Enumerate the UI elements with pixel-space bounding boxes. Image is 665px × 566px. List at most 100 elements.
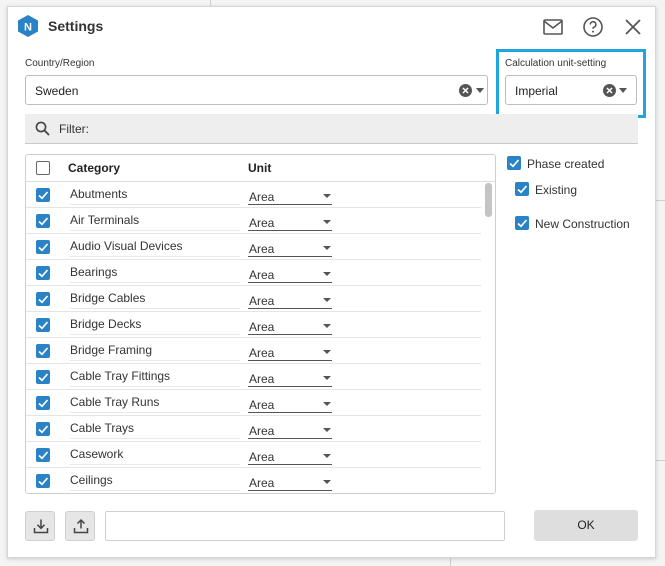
row-checkbox[interactable] bbox=[36, 240, 50, 254]
table-row[interactable]: Audio Visual Devices Area bbox=[26, 234, 481, 260]
unit-select[interactable]: Area bbox=[248, 316, 332, 335]
unit-select[interactable]: Area bbox=[248, 238, 332, 257]
unit-select[interactable]: Area bbox=[248, 212, 332, 231]
table-row[interactable]: Casework Area bbox=[26, 442, 481, 468]
chevron-down-icon[interactable] bbox=[619, 88, 627, 93]
category-name: Abutments bbox=[70, 187, 240, 205]
unit-select[interactable]: Area bbox=[248, 264, 332, 283]
table-row[interactable]: Bearings Area bbox=[26, 260, 481, 286]
chevron-down-icon[interactable] bbox=[323, 402, 331, 406]
unit-select[interactable]: Area bbox=[248, 394, 332, 413]
chevron-down-icon[interactable] bbox=[323, 350, 331, 354]
title-bar: N Settings bbox=[8, 7, 655, 47]
unit-header: Unit bbox=[248, 161, 272, 175]
row-checkbox[interactable] bbox=[36, 344, 50, 358]
window-title: Settings bbox=[48, 18, 104, 34]
unit-select[interactable]: Area bbox=[248, 368, 332, 387]
select-all-checkbox[interactable] bbox=[36, 161, 50, 175]
unit-value: Area bbox=[249, 216, 275, 230]
unit-value: Area bbox=[249, 450, 275, 464]
table-row[interactable]: Cable Tray Runs Area bbox=[26, 390, 481, 416]
row-checkbox[interactable] bbox=[36, 214, 50, 228]
unit-select[interactable]: Area bbox=[248, 446, 332, 465]
row-checkbox[interactable] bbox=[36, 448, 50, 462]
help-icon[interactable] bbox=[581, 15, 605, 39]
category-name: Cable Tray Runs bbox=[70, 395, 240, 413]
category-name: Cable Trays bbox=[70, 421, 240, 439]
ok-button[interactable]: OK bbox=[534, 510, 638, 541]
chevron-down-icon[interactable] bbox=[323, 376, 331, 380]
table-header: Category Unit bbox=[26, 155, 495, 182]
import-button[interactable] bbox=[25, 511, 55, 541]
filter-label: Filter: bbox=[59, 122, 89, 136]
chevron-down-icon[interactable] bbox=[323, 324, 331, 328]
chevron-down-icon[interactable] bbox=[323, 272, 331, 276]
phase-checkbox[interactable] bbox=[515, 182, 529, 196]
table-rows: Abutments Area Air Terminals Area Audio Visu… bbox=[26, 182, 481, 493]
path-input[interactable] bbox=[105, 511, 505, 541]
scrollbar-thumb[interactable] bbox=[485, 183, 492, 217]
row-checkbox[interactable] bbox=[36, 292, 50, 306]
svg-text:N: N bbox=[24, 22, 32, 34]
phase-created-label: Phase created bbox=[527, 157, 605, 171]
download-icon bbox=[33, 519, 49, 534]
unit-select[interactable]: Area bbox=[248, 472, 332, 491]
category-name: Cable Tray Fittings bbox=[70, 369, 240, 387]
unit-select[interactable]: Area bbox=[248, 420, 332, 439]
background-line bbox=[656, 200, 665, 201]
unit-select[interactable]: Area bbox=[248, 290, 332, 309]
table-row[interactable]: Bridge Framing Area bbox=[26, 338, 481, 364]
unit-value: Area bbox=[249, 294, 275, 308]
export-button[interactable] bbox=[65, 511, 95, 541]
phase-label: Existing bbox=[535, 183, 578, 197]
chevron-down-icon[interactable] bbox=[323, 246, 331, 250]
row-checkbox[interactable] bbox=[36, 188, 50, 202]
category-name: Air Terminals bbox=[70, 213, 240, 231]
upload-icon bbox=[73, 518, 89, 534]
close-icon[interactable] bbox=[621, 15, 645, 39]
unit-value: Area bbox=[249, 268, 275, 282]
units-select[interactable]: Imperial bbox=[505, 75, 637, 105]
unit-value: Area bbox=[249, 424, 275, 438]
phase-checkbox[interactable] bbox=[515, 216, 529, 230]
settings-dialog: N Settings Country/Region Sweden Calcula… bbox=[7, 6, 656, 558]
row-checkbox[interactable] bbox=[36, 474, 50, 488]
unit-select[interactable]: Area bbox=[248, 342, 332, 361]
chevron-down-icon[interactable] bbox=[323, 220, 331, 224]
filter-bar[interactable]: Filter: bbox=[25, 114, 638, 144]
table-row[interactable]: Abutments Area bbox=[26, 182, 481, 208]
chevron-down-icon[interactable] bbox=[323, 428, 331, 432]
chevron-down-icon[interactable] bbox=[323, 298, 331, 302]
unit-value: Area bbox=[249, 242, 275, 256]
chevron-down-icon[interactable] bbox=[323, 194, 331, 198]
unit-value: Area bbox=[249, 398, 275, 412]
phase-created-checkbox[interactable] bbox=[507, 156, 521, 170]
table-row[interactable]: Bridge Decks Area bbox=[26, 312, 481, 338]
chevron-down-icon[interactable] bbox=[323, 480, 331, 484]
units-label: Calculation unit-setting bbox=[505, 58, 607, 69]
row-checkbox[interactable] bbox=[36, 370, 50, 384]
table-row[interactable]: Air Terminals Area bbox=[26, 208, 481, 234]
country-select[interactable]: Sweden bbox=[25, 75, 488, 105]
unit-select[interactable]: Area bbox=[248, 186, 332, 205]
row-checkbox[interactable] bbox=[36, 266, 50, 280]
country-value: Sweden bbox=[35, 84, 79, 98]
table-row[interactable]: Cable Trays Area bbox=[26, 416, 481, 442]
unit-value: Area bbox=[249, 346, 275, 360]
clear-country-icon[interactable] bbox=[459, 84, 472, 97]
row-checkbox[interactable] bbox=[36, 422, 50, 436]
table-row[interactable]: Ceilings Area bbox=[26, 468, 481, 493]
unit-value: Area bbox=[249, 190, 275, 204]
clear-units-icon[interactable] bbox=[603, 84, 616, 97]
category-name: Bridge Cables bbox=[70, 291, 240, 309]
unit-value: Area bbox=[249, 372, 275, 386]
chevron-down-icon[interactable] bbox=[476, 88, 484, 93]
table-row[interactable]: Cable Tray Fittings Area bbox=[26, 364, 481, 390]
table-row[interactable]: Bridge Cables Area bbox=[26, 286, 481, 312]
category-name: Audio Visual Devices bbox=[70, 239, 240, 257]
row-checkbox[interactable] bbox=[36, 318, 50, 332]
table-scrollbar[interactable] bbox=[485, 183, 492, 493]
row-checkbox[interactable] bbox=[36, 396, 50, 410]
mail-icon[interactable] bbox=[541, 15, 565, 39]
chevron-down-icon[interactable] bbox=[323, 454, 331, 458]
